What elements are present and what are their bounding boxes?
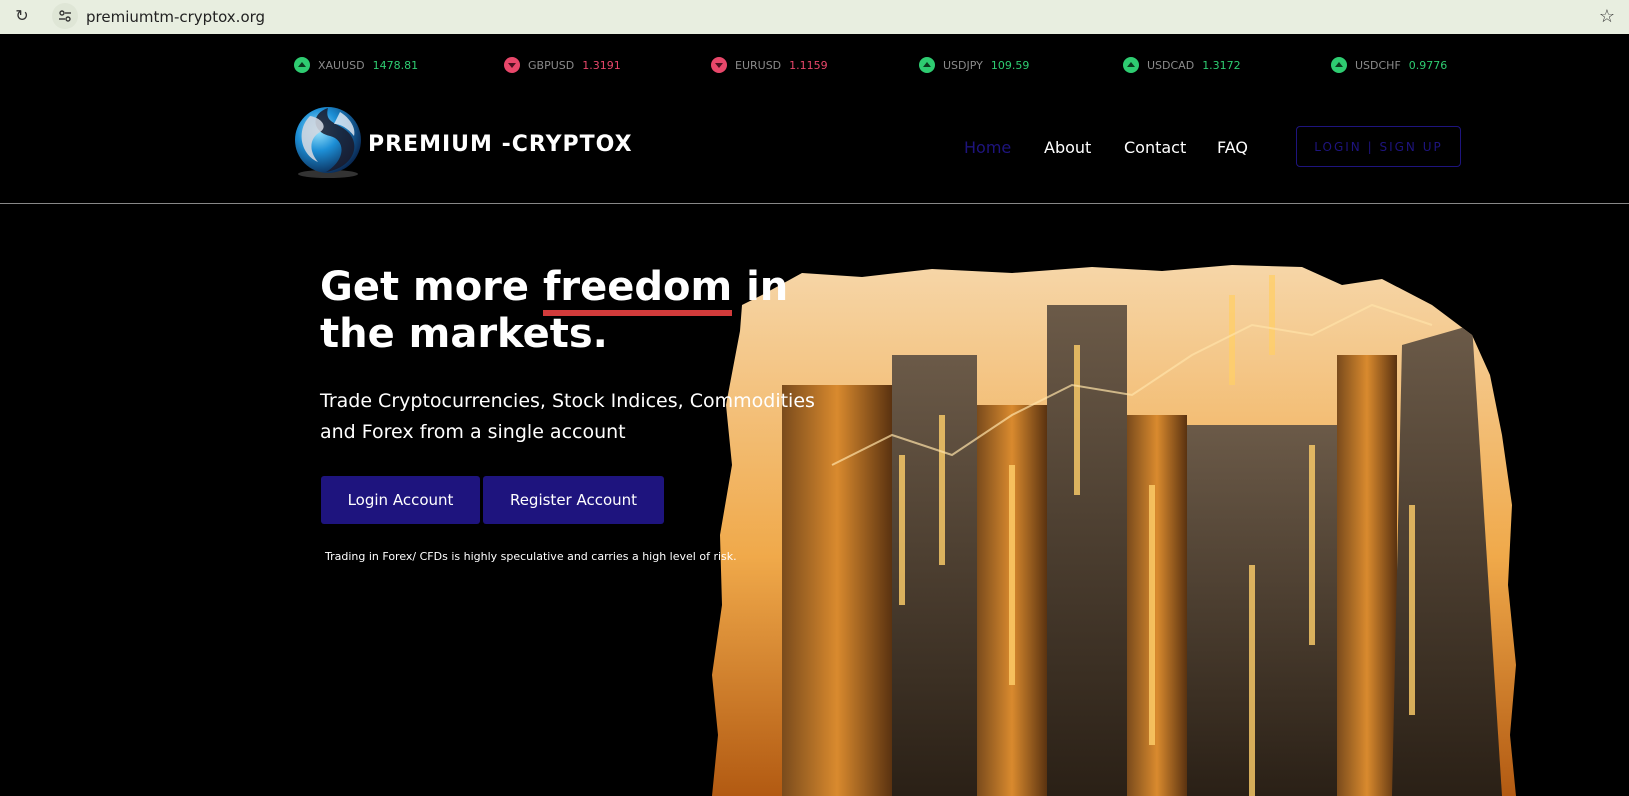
risk-disclaimer: Trading in Forex/ CFDs is highly specula… [325, 550, 737, 563]
ticker-symbol: USDJPY [943, 58, 983, 72]
reload-icon[interactable]: ↻ [12, 7, 32, 27]
login-account-button[interactable]: Login Account [321, 476, 480, 524]
trend-up-icon [1331, 57, 1347, 73]
trend-down-icon [504, 57, 520, 73]
ticker-item-gbpusd: GBPUSD 1.3191 [504, 56, 621, 74]
ticker-symbol: USDCHF [1355, 58, 1401, 72]
ticker-item-usdcad: USDCAD 1.3172 [1123, 56, 1241, 74]
nav-home[interactable]: Home [964, 138, 1011, 157]
ticker-symbol: GBPUSD [528, 58, 575, 72]
trend-up-icon [294, 57, 310, 73]
ticker-item-usdjpy: USDJPY 109.59 [919, 56, 1029, 74]
register-account-button[interactable]: Register Account [483, 476, 664, 524]
logo-globe-icon [295, 107, 361, 178]
ticker-value: 1.3172 [1202, 58, 1241, 72]
hero-headline: Get more freedom in the markets. [320, 264, 820, 358]
address-bar-url[interactable]: premiumtm-cryptox.org [86, 8, 265, 26]
hero-subtitle: Trade Cryptocurrencies, Stock Indices, C… [320, 390, 815, 443]
trend-up-icon [919, 57, 935, 73]
headline-highlight: freedom [542, 264, 733, 316]
ticker-value: 1478.81 [372, 58, 419, 72]
ticker-symbol: USDCAD [1147, 58, 1195, 72]
trend-down-icon [711, 57, 727, 73]
ticker-value: 1.1159 [789, 58, 828, 72]
ticker-symbol: EURUSD [735, 58, 782, 72]
browser-toolbar: ↻ premiumtm-cryptox.org ☆ [0, 0, 1629, 34]
bookmark-star-icon[interactable]: ☆ [1599, 6, 1615, 27]
login-signup-button[interactable]: LOGIN | SIGN UP [1296, 126, 1461, 167]
ticker-value: 1.3191 [582, 58, 621, 72]
brand-logo[interactable]: PREMIUM -CRYPTOX [290, 102, 633, 184]
price-ticker: XAUUSD 1478.81 GBPUSD 1.3191 EURUSD 1.11… [0, 40, 1629, 90]
brand-name: PREMIUM -CRYPTOX [368, 132, 633, 157]
ticker-item-xauusd: XAUUSD 1478.81 [294, 56, 418, 74]
ticker-item-usdchf: USDCHF 0.9776 [1331, 56, 1447, 74]
trend-up-icon [1123, 57, 1139, 73]
ticker-value: 109.59 [990, 58, 1030, 72]
site-info-icon[interactable] [52, 3, 78, 29]
ticker-item-eurusd: EURUSD 1.1159 [711, 56, 828, 74]
site-header: PREMIUM -CRYPTOX Home About Contact FAQ … [0, 90, 1629, 204]
nav-faq[interactable]: FAQ [1217, 138, 1248, 157]
nav-contact[interactable]: Contact [1124, 138, 1186, 157]
hero-city-image [712, 265, 1516, 796]
nav-about[interactable]: About [1044, 138, 1091, 157]
ticker-symbol: XAUUSD [318, 58, 365, 72]
headline-part: Get more [320, 264, 543, 310]
ticker-value: 0.9776 [1408, 58, 1448, 72]
